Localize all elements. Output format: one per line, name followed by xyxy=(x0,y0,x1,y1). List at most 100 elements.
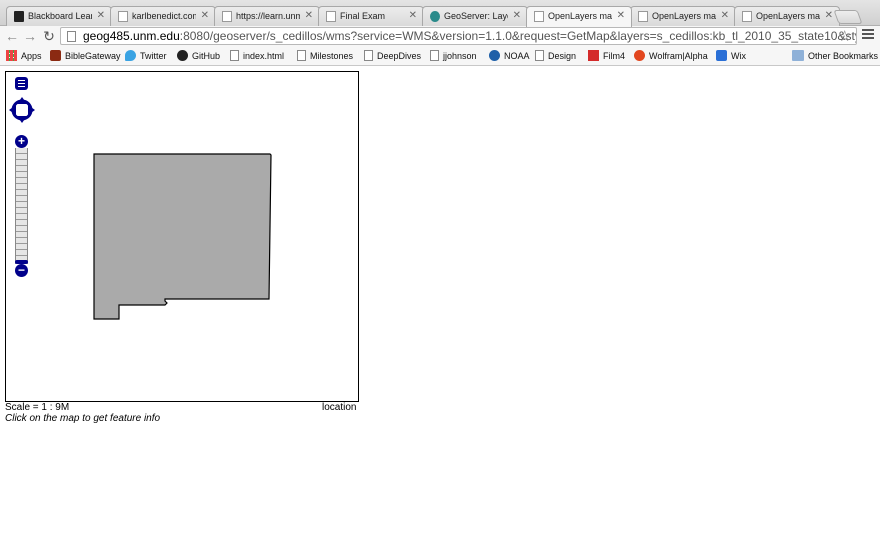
noaa-icon xyxy=(489,50,500,61)
close-tab-icon[interactable]: ✕ xyxy=(97,10,105,21)
bookmark-twitter[interactable]: Twitter xyxy=(125,50,167,62)
feature-info-hint: Click on the map to get feature info xyxy=(5,413,161,424)
wolfram-icon xyxy=(634,50,645,61)
location-readout: location xyxy=(322,402,357,413)
back-arrow-icon[interactable]: ← xyxy=(4,28,20,44)
tab-openlayers-3[interactable]: OpenLayers map p ✕ xyxy=(734,6,840,26)
map-viewport[interactable]: + − xyxy=(5,71,359,402)
tab-title: Final Exam xyxy=(340,11,386,21)
close-tab-icon[interactable]: ✕ xyxy=(617,10,625,21)
zoom-bar: + − xyxy=(15,135,28,277)
tab-title: OpenLayers map p xyxy=(652,11,716,21)
tab-title: https://learn.unm xyxy=(236,11,300,21)
bookmark-label: index.html xyxy=(243,51,285,61)
bookmark-label: jjohnson xyxy=(443,51,477,61)
map-feature-layer xyxy=(93,153,272,320)
zoom-track[interactable] xyxy=(15,148,28,264)
page-icon xyxy=(118,11,128,22)
twitter-bird-icon xyxy=(125,50,136,61)
tab-title: OpenLayers map p xyxy=(548,11,612,21)
page-icon xyxy=(67,31,76,42)
bookmark-deepdives[interactable]: DeepDives xyxy=(364,50,421,62)
bookmark-star-icon[interactable]: ☆ xyxy=(838,27,851,45)
bookmark-label: Film4 xyxy=(603,51,625,61)
close-tab-icon[interactable]: ✕ xyxy=(201,10,209,21)
page-icon xyxy=(638,11,648,22)
page-icon xyxy=(326,11,336,22)
bookmark-label: Wix xyxy=(731,51,746,61)
browser-toolbar: ← → ↻ geog485.unm.edu:8080/geoserver/s_c… xyxy=(0,26,880,46)
bookmarks-bar: Apps BibleGateway Twitter GitHub index.h… xyxy=(0,46,880,66)
tab-final-exam[interactable]: Final Exam ✕ xyxy=(318,6,424,26)
tab-learn-unm[interactable]: https://learn.unm ✕ xyxy=(214,6,320,26)
bookmark-milestones[interactable]: Milestones xyxy=(297,50,353,62)
address-path: :8080/geoserver/s_cedillos/wms?service=W… xyxy=(179,29,856,43)
wix-icon xyxy=(716,50,727,61)
zoom-out-button[interactable]: − xyxy=(15,264,28,277)
bookmark-label: Apps xyxy=(21,51,42,61)
page-icon xyxy=(742,11,752,22)
bookmark-label: Other Bookmarks xyxy=(808,51,879,61)
tab-strip: Blackboard Learn ✕ karlbenedict.com/ ✕ h… xyxy=(0,0,880,27)
close-tab-icon[interactable]: ✕ xyxy=(513,10,521,21)
film4-icon xyxy=(588,50,599,61)
zoom-in-button[interactable]: + xyxy=(15,135,28,148)
bookmark-jjohnson[interactable]: jjohnson xyxy=(430,50,477,62)
page-icon xyxy=(364,50,373,61)
close-tab-icon[interactable]: ✕ xyxy=(305,10,313,21)
close-tab-icon[interactable]: ✕ xyxy=(825,10,833,21)
pan-control[interactable] xyxy=(8,96,36,124)
page-icon xyxy=(222,11,232,22)
bookmark-wolfram-alpha[interactable]: Wolfram|Alpha xyxy=(634,50,708,62)
bookmark-github[interactable]: GitHub xyxy=(177,50,220,62)
bookmark-design[interactable]: Design xyxy=(535,50,576,62)
zoom-slider-handle[interactable] xyxy=(15,260,28,264)
bookmark-label: Twitter xyxy=(140,51,167,61)
page-icon xyxy=(230,50,239,61)
menu-icon[interactable] xyxy=(862,29,874,41)
tab-blackboard[interactable]: Blackboard Learn ✕ xyxy=(6,6,112,26)
new-tab-button[interactable] xyxy=(833,10,863,24)
blackboard-icon xyxy=(14,11,24,22)
bookmark-noaa[interactable]: NOAA xyxy=(489,50,530,62)
bookmark-label: GitHub xyxy=(192,51,221,61)
new-mexico-feature[interactable] xyxy=(93,153,272,320)
tab-title: karlbenedict.com/ xyxy=(132,11,196,21)
github-icon xyxy=(177,50,188,61)
tab-geoserver[interactable]: GeoServer: Layer P ✕ xyxy=(422,6,528,26)
bookmark-index-html[interactable]: index.html xyxy=(230,50,284,62)
apps-grid-icon xyxy=(6,50,17,61)
tab-title: Blackboard Learn xyxy=(28,11,92,21)
bookmark-label: BibleGateway xyxy=(65,51,121,61)
tab-openlayers-active[interactable]: OpenLayers map p ✕ xyxy=(526,6,632,27)
bookmark-label: DeepDives xyxy=(377,51,422,61)
page-icon xyxy=(534,11,544,22)
page-icon xyxy=(297,50,306,61)
tab-karlbenedict[interactable]: karlbenedict.com/ ✕ xyxy=(110,6,216,26)
bookmark-label: Milestones xyxy=(310,51,354,61)
bookmark-biblegateway[interactable]: BibleGateway xyxy=(50,50,121,62)
geoserver-globe-icon xyxy=(430,11,440,22)
scale-readout: Scale = 1 : 9M xyxy=(5,402,70,413)
folder-icon xyxy=(792,50,804,61)
layer-switcher-icon[interactable] xyxy=(15,77,28,90)
close-tab-icon[interactable]: ✕ xyxy=(721,10,729,21)
page-icon xyxy=(430,50,439,61)
address-host: geog485.unm.edu xyxy=(83,29,180,43)
tab-title: GeoServer: Layer P xyxy=(444,11,508,21)
bookmark-other-bookmarks[interactable]: Other Bookmarks xyxy=(792,50,878,62)
biblegateway-icon xyxy=(50,50,61,61)
bookmark-wix[interactable]: Wix xyxy=(716,50,746,62)
reload-icon[interactable]: ↻ xyxy=(41,28,57,44)
address-bar[interactable]: geog485.unm.edu:8080/geoserver/s_cedillo… xyxy=(60,27,857,45)
bookmark-label: Wolfram|Alpha xyxy=(649,51,708,61)
bookmark-label: Design xyxy=(548,51,577,61)
tab-openlayers-2[interactable]: OpenLayers map p ✕ xyxy=(630,6,736,26)
close-tab-icon[interactable]: ✕ xyxy=(409,10,417,21)
forward-arrow-icon[interactable]: → xyxy=(22,28,38,44)
bookmark-apps[interactable]: Apps xyxy=(6,50,42,62)
bookmark-film4[interactable]: Film4 xyxy=(588,50,625,62)
bookmark-label: NOAA xyxy=(504,51,530,61)
page-icon xyxy=(535,50,544,61)
tab-title: OpenLayers map p xyxy=(756,11,820,21)
